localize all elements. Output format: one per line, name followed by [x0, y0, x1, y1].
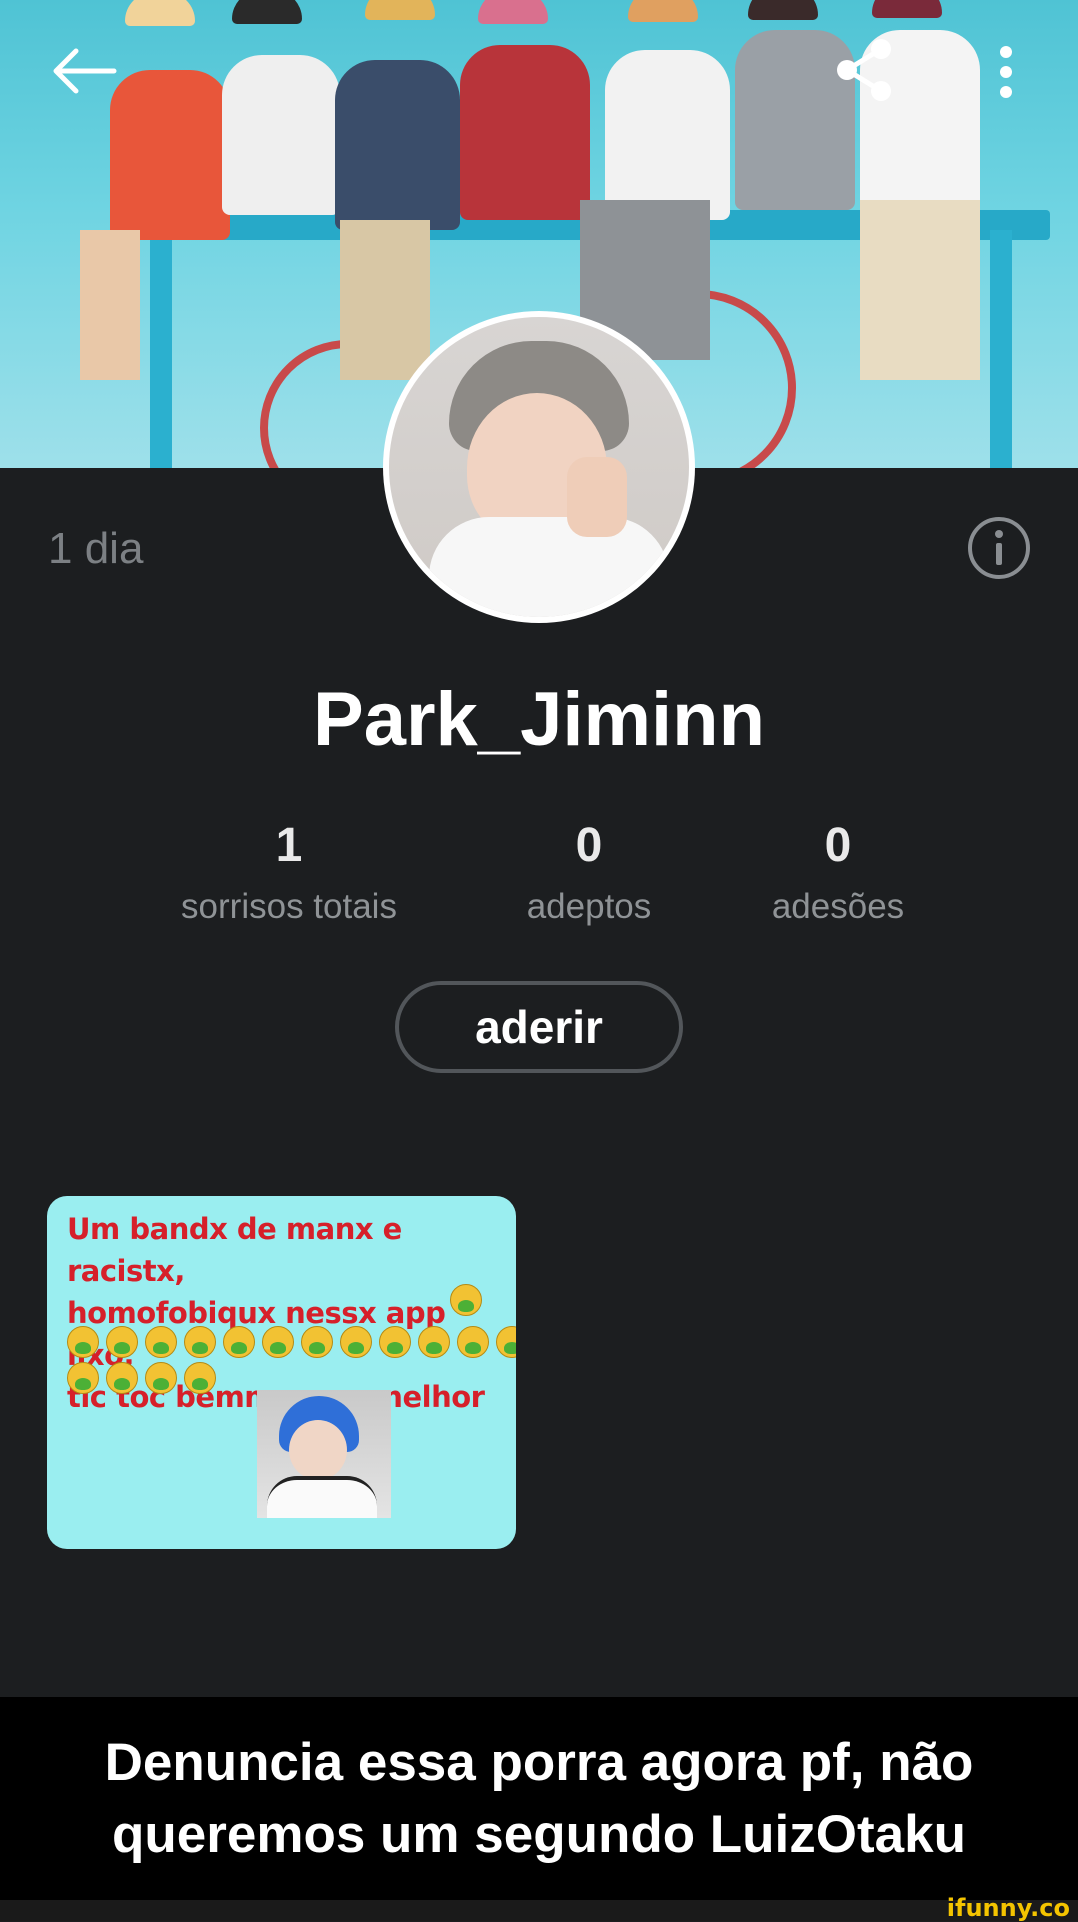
stat-value: 1: [275, 819, 303, 872]
nauseated-face-icon: [67, 1362, 99, 1394]
info-button[interactable]: [966, 515, 1032, 581]
nauseated-face-icon: [145, 1326, 177, 1358]
share-icon: [837, 39, 891, 101]
cover-person: [222, 55, 340, 215]
cover-person: [605, 50, 730, 220]
nauseated-face-icon: [67, 1326, 99, 1358]
emoji-row: [67, 1362, 216, 1394]
cover-person-hair: [872, 0, 942, 18]
stat-total-smiles: 1 sorrisos totais: [139, 818, 439, 927]
info-icon: [968, 517, 1030, 579]
emoji-row: [67, 1326, 516, 1358]
avatar-photo: [389, 317, 689, 617]
caption-bar: Denuncia essa porra agora pf, não querem…: [0, 1697, 1078, 1900]
cover-person-hair: [365, 0, 435, 20]
photo-shirt: [267, 1476, 377, 1518]
stat-following[interactable]: 0 adesões: [688, 818, 988, 927]
profile-username: Park_Jiminn: [313, 677, 765, 762]
ifunny-watermark: ifunny.co: [946, 1894, 1070, 1922]
avatar-shirt: [429, 517, 669, 617]
nauseated-face-icon: [301, 1326, 333, 1358]
nauseated-face-icon: [184, 1362, 216, 1394]
nauseated-face-icon: [106, 1326, 138, 1358]
cover-person-hair: [748, 0, 818, 20]
nauseated-face-icon: [223, 1326, 255, 1358]
post-time-label: 1 dia: [48, 524, 144, 573]
cover-person: [460, 45, 590, 220]
meme-caption: Denuncia essa porra agora pf, não querem…: [104, 1732, 974, 1864]
avatar-hand: [567, 457, 627, 537]
cover-person-hair: [232, 0, 302, 24]
nauseated-face-icon: [496, 1326, 516, 1358]
profile-screen: 1 dia Park_Jiminn 1 sorrisos totais 0 ad…: [0, 0, 1078, 1697]
arrow-left-icon: [53, 48, 117, 94]
nauseated-face-icon: [418, 1326, 450, 1358]
bottom-strip: [0, 1900, 1078, 1921]
nauseated-face-icon: [457, 1326, 489, 1358]
cover-person: [335, 60, 460, 230]
nauseated-face-icon: [184, 1326, 216, 1358]
cover-person-hair: [628, 0, 698, 22]
follow-button[interactable]: aderir: [395, 981, 683, 1073]
cover-person-legs: [340, 220, 430, 380]
share-button[interactable]: [828, 32, 900, 108]
cover-person-legs: [860, 200, 980, 380]
cover-person-legs: [80, 230, 140, 380]
nauseated-face-icon: [379, 1326, 411, 1358]
photo-face: [289, 1420, 347, 1480]
cover-bench-leg: [990, 230, 1012, 468]
post-photo: [257, 1390, 391, 1518]
cover-person-hair: [125, 0, 195, 26]
nauseated-face-icon: [106, 1362, 138, 1394]
cover-person: [110, 70, 230, 240]
stat-value: 0: [824, 819, 852, 872]
profile-avatar[interactable]: [383, 311, 695, 623]
stat-label: adesões: [771, 887, 905, 926]
nauseated-face-icon: [340, 1326, 372, 1358]
nauseated-face-icon: [450, 1284, 482, 1316]
nauseated-face-icon: [262, 1326, 294, 1358]
stat-label: sorrisos totais: [181, 887, 397, 926]
post-thumbnail[interactable]: Um bandx de manx e racistx, homofobiqux …: [47, 1196, 516, 1549]
more-options-button[interactable]: [990, 40, 1022, 104]
back-button[interactable]: [40, 36, 126, 106]
nauseated-face-icon: [145, 1362, 177, 1394]
post-text-line: Um bandx de manx e racistx,: [67, 1212, 402, 1288]
more-vertical-icon: [1000, 46, 1012, 98]
cover-person-hair: [478, 0, 548, 24]
cover-bench-leg: [150, 230, 172, 468]
